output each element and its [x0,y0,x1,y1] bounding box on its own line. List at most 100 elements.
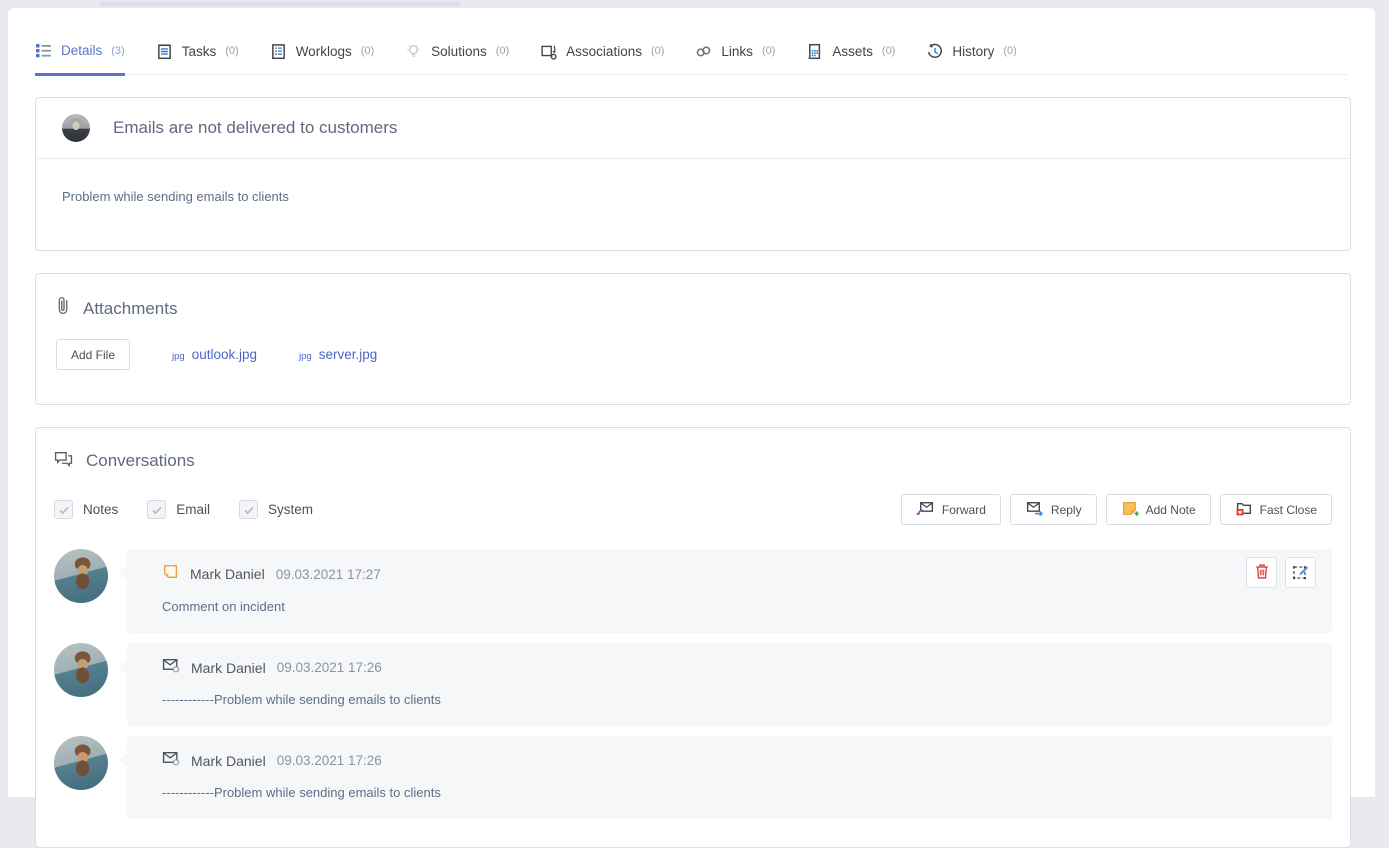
tab-label: Links [721,44,753,59]
filter-label: System [268,502,313,517]
conversations-icon [54,450,73,472]
solutions-icon [405,43,422,60]
attachment-file[interactable]: jpg server.jpg [299,347,377,362]
summary-header: Emails are not delivered to customers [36,98,1350,159]
edit-entry-button[interactable] [1285,557,1316,588]
top-scrollbar[interactable] [100,2,460,6]
entry-body: Comment on incident [162,599,1312,614]
add-file-button[interactable]: Add File [56,339,130,370]
avatar [54,736,108,790]
action-buttons: Forward Reply Add Note [901,494,1332,525]
trash-icon [1254,563,1270,583]
filter-label: Email [176,502,210,517]
tab-bar: Details (3) Tasks (0) Worklogs (0) Solut… [35,42,1348,75]
checkbox-checked-icon[interactable] [54,500,73,519]
avatar [54,643,108,697]
tab-label: Associations [566,44,642,59]
fast-close-button[interactable]: Fast Close [1220,494,1332,525]
fast-close-label: Fast Close [1260,503,1317,517]
avatar [54,549,108,603]
conversation-bubble: Mark Daniel 09.03.2021 17:27 Comment on … [127,549,1332,633]
entry-timestamp: 09.03.2021 17:27 [276,567,381,582]
forward-label: Forward [942,503,986,517]
entry-meta: Mark Daniel 09.03.2021 17:26 [162,750,1312,771]
tab-solutions[interactable]: Solutions (0) [405,42,509,74]
forward-icon [916,500,935,519]
entry-meta: Mark Daniel 09.03.2021 17:26 [162,657,1312,678]
add-note-button[interactable]: Add Note [1106,494,1211,525]
filter-notes[interactable]: Notes [54,500,118,519]
file-ext-badge: jpg [172,351,185,362]
entry-body: ------------Problem while sending emails… [162,785,1312,800]
tab-details[interactable]: Details (3) [35,42,125,76]
entry-author: Mark Daniel [190,566,265,582]
conversations-card: Conversations Notes Email [35,427,1351,848]
email-icon [162,657,180,678]
entry-tools [1246,557,1316,588]
attachments-card: Attachments Add File jpg outlook.jpg jpg… [35,273,1351,405]
assets-icon [806,43,823,60]
tab-worklogs[interactable]: Worklogs (0) [270,42,374,74]
filter-label: Notes [83,502,118,517]
summary-card: Emails are not delivered to customers Pr… [35,97,1351,251]
reply-button[interactable]: Reply [1010,494,1097,525]
delete-entry-button[interactable] [1246,557,1277,588]
entry-author: Mark Daniel [191,660,266,676]
tab-count: (0) [1003,45,1016,57]
fast-close-icon [1235,500,1253,520]
tab-count: (0) [361,45,374,57]
conversation-bubble: Mark Daniel 09.03.2021 17:26 -----------… [127,736,1332,819]
tab-count: (3) [111,45,124,57]
tab-label: Assets [832,44,873,59]
conversation-entry: Mark Daniel 09.03.2021 17:27 Comment on … [54,549,1332,633]
tab-links[interactable]: Links (0) [695,42,775,74]
reply-label: Reply [1051,503,1082,517]
file-name-link[interactable]: server.jpg [319,347,378,362]
tab-associations[interactable]: Associations (0) [540,42,664,74]
tab-label: History [952,44,994,59]
filter-email[interactable]: Email [147,500,210,519]
requester-avatar [62,114,90,142]
filter-group: Notes Email System [54,500,313,519]
tab-label: Tasks [182,44,217,59]
entry-timestamp: 09.03.2021 17:26 [277,753,382,768]
edit-icon [1292,563,1309,583]
main-panel: Details (3) Tasks (0) Worklogs (0) Solut… [8,8,1375,797]
tab-count: (0) [882,45,895,57]
filter-system[interactable]: System [239,500,313,519]
details-icon [35,42,52,59]
email-icon [162,750,180,771]
entry-meta: Mark Daniel 09.03.2021 17:27 [162,563,1312,585]
tab-tasks[interactable]: Tasks (0) [156,42,239,74]
file-ext-badge: jpg [299,351,312,362]
tab-count: (0) [762,45,775,57]
conversation-entry: Mark Daniel 09.03.2021 17:26 -----------… [54,643,1332,726]
incident-description: Problem while sending emails to clients [36,159,1350,250]
entry-timestamp: 09.03.2021 17:26 [277,660,382,675]
tab-label: Worklogs [296,44,352,59]
incident-title: Emails are not delivered to customers [113,118,397,138]
reply-icon [1025,500,1044,519]
worklogs-icon [270,43,287,60]
entry-body: ------------Problem while sending emails… [162,692,1312,707]
add-note-label: Add Note [1146,503,1196,517]
conversation-entry: Mark Daniel 09.03.2021 17:26 -----------… [54,736,1332,819]
tab-label: Solutions [431,44,487,59]
forward-button[interactable]: Forward [901,494,1001,525]
tab-assets[interactable]: Assets (0) [806,42,895,74]
tab-history[interactable]: History (0) [926,42,1016,74]
associations-icon [540,43,557,60]
checkbox-checked-icon[interactable] [239,500,258,519]
paperclip-icon [56,296,70,321]
history-icon [926,43,943,60]
attachment-file[interactable]: jpg outlook.jpg [172,347,257,362]
tab-count: (0) [496,45,509,57]
file-name-link[interactable]: outlook.jpg [192,347,257,362]
conversation-controls: Notes Email System [54,494,1332,525]
attachments-title: Attachments [83,299,178,319]
attachments-row: Add File jpg outlook.jpg jpg server.jpg [56,339,1330,370]
checkbox-checked-icon[interactable] [147,500,166,519]
conversation-bubble: Mark Daniel 09.03.2021 17:26 -----------… [127,643,1332,726]
conversations-header: Conversations [54,450,1332,472]
add-note-icon [1121,500,1139,520]
